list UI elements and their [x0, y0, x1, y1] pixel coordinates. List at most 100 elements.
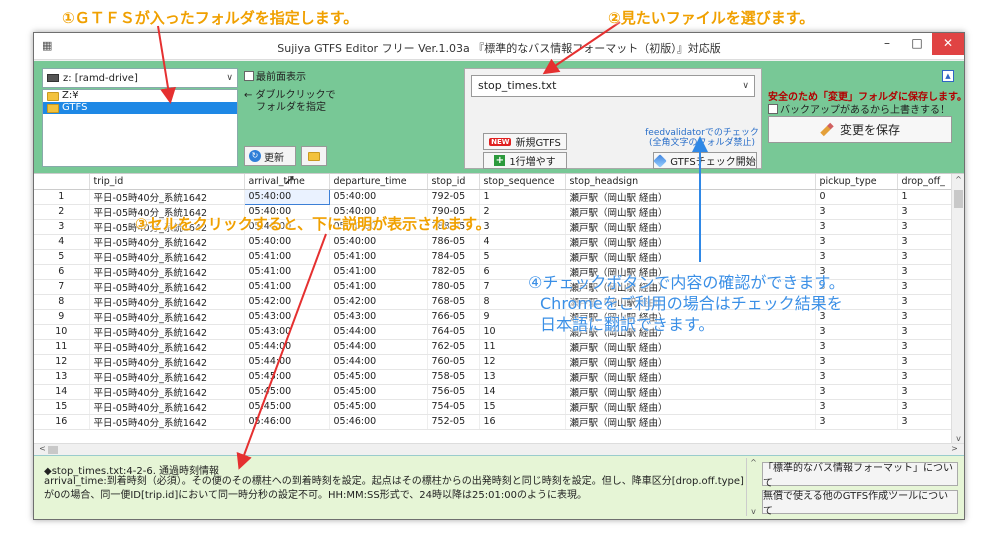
table-cell[interactable]: 05:40:00 [243, 188, 330, 205]
table-row[interactable]: 12 平日-05時40分_系統1642 05:44:00 05:44:00 760-05… [34, 354, 952, 370]
row-number[interactable]: 6 [34, 264, 90, 280]
column-header[interactable]: trip_id [89, 174, 245, 190]
about-format-button[interactable]: 「標準的なバス情報フォーマット」について [762, 462, 958, 489]
table-cell[interactable]: 3 [815, 249, 898, 265]
table-cell[interactable]: 3 [897, 324, 952, 340]
description-scrollbar[interactable]: ^ v [746, 458, 758, 516]
table-cell[interactable]: 平日-05時40分_系統1642 [89, 264, 245, 280]
table-cell[interactable]: 平日-05時40分_系統1642 [89, 249, 245, 265]
row-number[interactable]: 7 [34, 279, 90, 295]
maximize-button[interactable]: □ [902, 33, 932, 55]
table-cell[interactable]: 瀬戸駅（岡山駅 経由） [565, 249, 816, 265]
table-cell[interactable]: 13 [479, 369, 566, 385]
table-cell[interactable]: 05:43:00 [329, 309, 428, 325]
table-cell[interactable]: 3 [897, 354, 952, 370]
table-cell[interactable]: 12 [479, 354, 566, 370]
row-number[interactable]: 2 [34, 204, 90, 220]
table-cell[interactable]: 瀬戸駅（岡山駅 経由） [565, 219, 816, 235]
table-cell[interactable]: 05:40:00 [329, 189, 428, 205]
folder-item-root[interactable]: Z:¥ [43, 90, 237, 102]
table-cell[interactable]: 3 [815, 204, 898, 220]
table-cell[interactable]: 瀬戸駅（岡山駅 経由） [565, 189, 816, 205]
gtfs-check-button[interactable]: GTFSチェック開始 [653, 152, 757, 169]
table-cell[interactable]: 3 [815, 384, 898, 400]
table-cell[interactable]: 3 [815, 234, 898, 250]
row-number[interactable]: 14 [34, 384, 90, 400]
other-tools-button[interactable]: 無償で使える他のGTFS作成ツールについて [762, 490, 958, 517]
row-number[interactable]: 5 [34, 249, 90, 265]
table-cell[interactable]: 14 [479, 384, 566, 400]
table-cell[interactable]: 05:45:00 [244, 369, 330, 385]
collapse-up-icon[interactable]: ▲ [942, 70, 954, 82]
topmost-checkbox[interactable]: 最前面表示 [244, 68, 354, 83]
add-row-button[interactable]: + 1行増やす [483, 152, 567, 169]
table-cell[interactable]: 平日-05時40分_系統1642 [89, 294, 245, 310]
table-cell[interactable]: 瀬戸駅（岡山駅 経由） [565, 354, 816, 370]
row-number[interactable]: 10 [34, 324, 90, 340]
table-cell[interactable]: 05:40:00 [244, 234, 330, 250]
table-cell[interactable]: 760-05 [427, 354, 480, 370]
table-cell[interactable]: 05:41:00 [329, 264, 428, 280]
column-header[interactable]: departure_time [329, 174, 428, 190]
folder-item-gtfs[interactable]: GTFS [43, 102, 237, 114]
table-cell[interactable]: 05:46:00 [329, 414, 428, 430]
table-cell[interactable]: 784-05 [427, 249, 480, 265]
table-cell[interactable]: 0 [815, 189, 898, 205]
table-cell[interactable]: 754-05 [427, 399, 480, 415]
table-cell[interactable]: 05:45:00 [244, 384, 330, 400]
table-cell[interactable]: 瀬戸駅（岡山駅 経由） [565, 414, 816, 430]
table-cell[interactable]: 平日-05時40分_系統1642 [89, 234, 245, 250]
table-cell[interactable]: 792-05 [427, 189, 480, 205]
table-cell[interactable]: 平日-05時40分_系統1642 [89, 354, 245, 370]
horizontal-scrollbar[interactable]: < > [34, 443, 964, 455]
open-folder-button[interactable] [301, 146, 327, 166]
table-cell[interactable]: 11 [479, 339, 566, 355]
table-cell[interactable]: 平日-05時40分_系統1642 [89, 384, 245, 400]
table-row[interactable]: 16 平日-05時40分_系統1642 05:46:00 05:46:00 752-05… [34, 414, 952, 430]
table-row[interactable]: 1 平日-05時40分_系統1642 05:40:00 05:40:00 792-05 1… [34, 188, 952, 205]
table-cell[interactable]: 3 [897, 264, 952, 280]
table-cell[interactable]: 2 [479, 204, 566, 220]
scroll-up-arrow-icon[interactable]: ^ [747, 458, 760, 467]
table-cell[interactable]: 05:42:00 [244, 294, 330, 310]
table-cell[interactable]: 3 [897, 414, 952, 430]
table-cell[interactable]: 3 [897, 309, 952, 325]
table-row[interactable]: 13 平日-05時40分_系統1642 05:45:00 05:45:00 758-05… [34, 369, 952, 385]
column-header[interactable] [34, 174, 90, 190]
table-cell[interactable]: 1 [897, 189, 952, 205]
minimize-button[interactable]: – [872, 33, 902, 55]
file-select[interactable]: stop_times.txt ∨ [471, 75, 755, 97]
table-cell[interactable]: 瀬戸駅（岡山駅 経由） [565, 399, 816, 415]
row-number[interactable]: 11 [34, 339, 90, 355]
table-cell[interactable]: 05:45:00 [244, 399, 330, 415]
table-cell[interactable]: 平日-05時40分_系統1642 [89, 189, 245, 205]
column-header[interactable]: stop_id [427, 174, 480, 190]
column-header[interactable]: stop_headsign [565, 174, 816, 190]
table-cell[interactable]: 3 [897, 234, 952, 250]
table-cell[interactable]: 764-05 [427, 324, 480, 340]
table-cell[interactable]: 05:45:00 [329, 369, 428, 385]
table-cell[interactable]: 756-05 [427, 384, 480, 400]
table-cell[interactable]: 3 [815, 414, 898, 430]
table-cell[interactable]: 05:41:00 [244, 279, 330, 295]
table-row[interactable]: 4 平日-05時40分_系統1642 05:40:00 05:40:00 786-05 4… [34, 234, 952, 250]
table-cell[interactable]: 786-05 [427, 234, 480, 250]
table-cell[interactable]: 3 [815, 354, 898, 370]
table-cell[interactable]: 05:41:00 [329, 249, 428, 265]
row-number[interactable]: 12 [34, 354, 90, 370]
row-number[interactable]: 3 [34, 219, 90, 235]
table-cell[interactable]: 平日-05時40分_系統1642 [89, 324, 245, 340]
table-cell[interactable]: 3 [479, 219, 566, 235]
table-cell[interactable]: 3 [897, 399, 952, 415]
table-cell[interactable]: 15 [479, 399, 566, 415]
drive-select[interactable]: z: [ramd-drive] ∨ [42, 68, 238, 88]
scroll-down-arrow-icon[interactable]: v [952, 434, 964, 443]
table-cell[interactable]: 5 [479, 249, 566, 265]
table-cell[interactable]: 05:41:00 [329, 279, 428, 295]
table-cell[interactable]: 瀬戸駅（岡山駅 経由） [565, 204, 816, 220]
overwrite-checkbox[interactable]: バックアップがあるから上書きする！ [768, 101, 950, 116]
folder-list[interactable]: Z:¥ GTFS [42, 89, 238, 167]
scroll-down-arrow-icon[interactable]: v [747, 507, 760, 516]
table-cell[interactable]: 05:43:00 [244, 324, 330, 340]
table-cell[interactable]: 3 [897, 339, 952, 355]
